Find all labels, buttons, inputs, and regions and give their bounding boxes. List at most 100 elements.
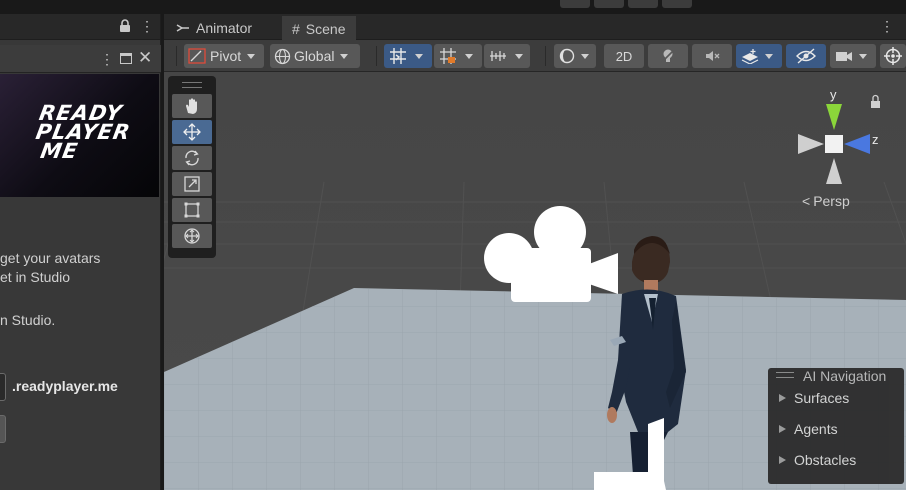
- gizmo-center-cube[interactable]: [825, 135, 843, 153]
- toolbar-separator: [176, 46, 177, 66]
- overlay-grip-icon[interactable]: [776, 372, 794, 378]
- effects-layers-icon: [741, 49, 759, 64]
- gizmos-toggle[interactable]: [880, 44, 906, 68]
- increment-snap-icon: [440, 48, 456, 64]
- ai-navigation-overlay: AI Navigation Surfaces Agents Obstacles: [768, 368, 904, 484]
- lock-icon[interactable]: [119, 19, 131, 33]
- ai-nav-item-label: Surfaces: [794, 390, 850, 406]
- gizmo-z-label: z: [872, 132, 879, 147]
- play-controls: [560, 0, 692, 8]
- ai-nav-item-obstacles[interactable]: Obstacles: [779, 452, 856, 468]
- left-panel-subheader: ⋮ ✕: [0, 45, 161, 73]
- play-button[interactable]: [594, 0, 624, 8]
- scene-tabbar: Animator # Scene ⋮: [164, 14, 906, 40]
- left-panel-tabbar: ⋮: [0, 14, 160, 40]
- rotate-tool-button[interactable]: [172, 146, 212, 170]
- camera-settings-dropdown[interactable]: [830, 44, 876, 68]
- chevron-down-icon: [340, 53, 349, 59]
- move-tool-button[interactable]: [172, 120, 212, 144]
- expand-triangle-icon: [779, 394, 786, 402]
- snap-ruler-icon: [490, 51, 506, 61]
- description-line-1: get your avatars: [0, 250, 101, 266]
- scene-toolbar: Pivot Global 2D: [164, 40, 906, 72]
- audio-muted-icon: [706, 51, 720, 61]
- tool-palette: [168, 76, 216, 258]
- shading-mode-dropdown[interactable]: [554, 44, 596, 68]
- scene-kebab-icon[interactable]: ⋮: [880, 18, 894, 35]
- domain-input[interactable]: [0, 373, 6, 401]
- description-line-2: et in Studio: [0, 269, 71, 285]
- tab-scene-label: Scene: [305, 21, 346, 37]
- panel-button[interactable]: [0, 415, 6, 443]
- scene-grid-icon: #: [292, 21, 300, 37]
- ai-navigation-title: AI Navigation: [803, 368, 887, 384]
- projection-toggle[interactable]: < Persp: [802, 193, 850, 209]
- rect-tool-button[interactable]: [172, 198, 212, 222]
- gizmo-crosshair-icon: [884, 47, 902, 65]
- expand-triangle-icon: [779, 456, 786, 464]
- scale-icon: [184, 176, 200, 192]
- ai-nav-item-label: Agents: [794, 421, 838, 437]
- perspective-arrow-icon: <: [802, 193, 811, 209]
- chevron-down-icon: [581, 53, 589, 59]
- gizmo-negx-cone[interactable]: [798, 134, 824, 154]
- projection-label: Persp: [813, 193, 850, 209]
- scene-visibility-toggle[interactable]: [786, 44, 826, 68]
- snap-settings-dropdown[interactable]: [484, 44, 530, 68]
- palette-grip-icon[interactable]: [182, 82, 202, 88]
- gizmo-y-cone[interactable]: [826, 104, 842, 130]
- scene-viewport[interactable]: y z < Persp AI Navigation Surfaces Agents…: [164, 72, 906, 490]
- rotate-icon: [185, 150, 199, 166]
- lighting-toggle-button[interactable]: [648, 44, 688, 68]
- expand-triangle-icon: [779, 425, 786, 433]
- domain-field[interactable]: .readyplayer.me: [0, 373, 160, 401]
- chevron-down-icon: [515, 53, 523, 59]
- close-icon[interactable]: ✕: [138, 48, 152, 68]
- transform-tool-button[interactable]: [172, 224, 212, 248]
- chevron-down-icon: [859, 53, 867, 59]
- gizmo-lock-icon[interactable]: [871, 94, 880, 109]
- chevron-down-icon: [465, 53, 473, 59]
- audio-toggle-button[interactable]: [692, 44, 732, 68]
- collab-button[interactable]: [560, 0, 590, 8]
- globe-icon: [274, 48, 291, 64]
- global-dropdown[interactable]: Global: [270, 44, 360, 68]
- gizmo-negy-cone[interactable]: [826, 158, 842, 184]
- hand-tool-button[interactable]: [172, 94, 212, 118]
- pivot-dropdown[interactable]: Pivot: [184, 44, 264, 68]
- effects-dropdown[interactable]: [736, 44, 782, 68]
- tab-animator-label: Animator: [196, 20, 253, 36]
- move-arrows-icon: [183, 123, 201, 141]
- ai-nav-item-surfaces[interactable]: Surfaces: [779, 390, 849, 406]
- kebab-menu-icon[interactable]: ⋮: [140, 18, 154, 35]
- chevron-down-icon: [415, 53, 423, 59]
- ai-nav-item-agents[interactable]: Agents: [779, 421, 838, 437]
- 2d-toggle-button[interactable]: 2D: [604, 44, 644, 68]
- increment-snap-toggle[interactable]: [434, 44, 482, 68]
- scale-tool-button[interactable]: [172, 172, 212, 196]
- pivot-label: Pivot: [210, 48, 242, 64]
- toolbar-separator: [545, 46, 546, 66]
- pivot-icon: [188, 48, 206, 64]
- orientation-gizmo[interactable]: y z: [784, 86, 894, 196]
- gizmo-y-label: y: [830, 87, 837, 102]
- global-label: Global: [294, 48, 335, 64]
- domain-suffix: .readyplayer.me: [12, 378, 118, 394]
- grid-snap-toggle[interactable]: [384, 44, 432, 68]
- rect-transform-icon: [184, 202, 200, 218]
- logo-line-3: ME: [38, 139, 81, 163]
- tab-scene[interactable]: # Scene: [282, 16, 356, 40]
- grid-snap-icon: [390, 48, 406, 64]
- tab-animator[interactable]: Animator: [166, 16, 262, 40]
- light-bulb-icon: [661, 49, 675, 63]
- step-button[interactable]: [662, 0, 692, 8]
- pause-button[interactable]: [628, 0, 658, 8]
- shading-sphere-icon: [559, 48, 575, 64]
- gizmo-z-cone[interactable]: [844, 134, 870, 154]
- chevron-down-icon: [247, 53, 256, 59]
- 2d-label: 2D: [615, 48, 633, 64]
- ai-nav-item-label: Obstacles: [794, 452, 857, 468]
- maximize-icon[interactable]: [120, 53, 132, 64]
- animator-icon: [176, 24, 189, 32]
- panel-menu-icon[interactable]: ⋮: [100, 51, 114, 68]
